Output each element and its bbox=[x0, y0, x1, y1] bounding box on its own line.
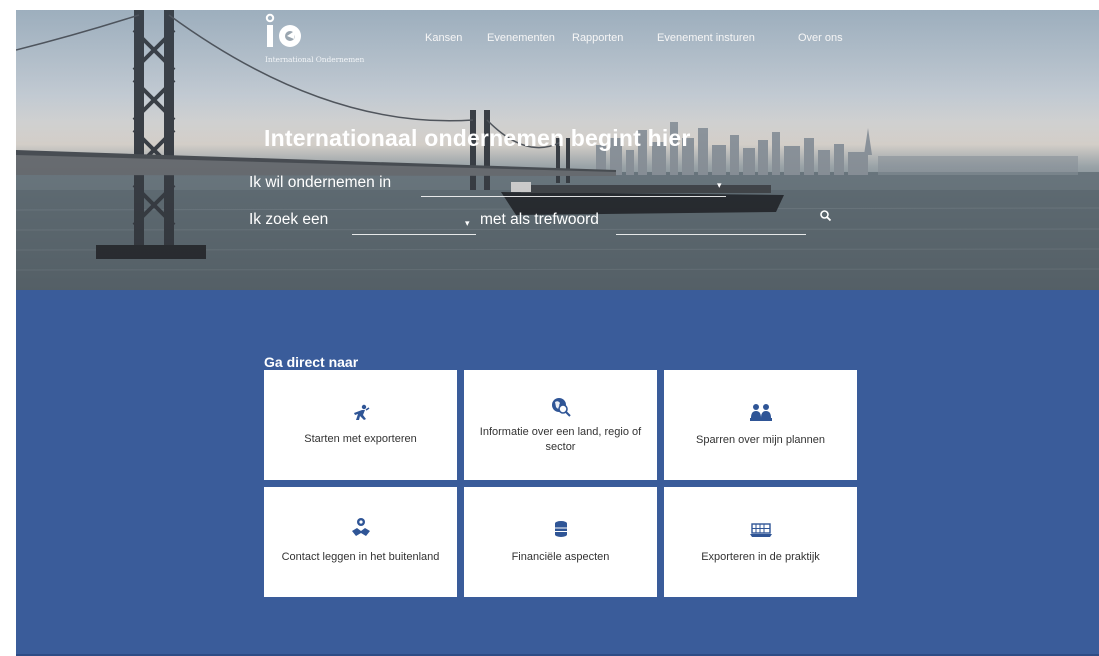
starter-runner-icon bbox=[353, 404, 369, 420]
keyword-input[interactable] bbox=[616, 215, 806, 235]
keyword-prompt-label: met als trefwoord bbox=[480, 211, 599, 228]
search-icon[interactable] bbox=[819, 209, 833, 223]
nav-item-kansen[interactable]: Kansen bbox=[425, 32, 462, 44]
tile-label: Informatie over een land, regio of secto… bbox=[479, 426, 642, 453]
nav-item-rapporten[interactable]: Rapporten bbox=[572, 32, 623, 44]
cargo-container-icon bbox=[749, 523, 772, 537]
globe-search-icon bbox=[551, 398, 571, 417]
nav-item-over-ons[interactable]: Over ons bbox=[798, 32, 843, 44]
tile-label: Starten met exporteren bbox=[304, 433, 417, 445]
type-prompt-label: Ik zoek een bbox=[249, 211, 329, 228]
tile-label: Exporteren in de praktijk bbox=[701, 551, 820, 563]
tile-starten-met-exporteren[interactable]: Starten met exporteren bbox=[264, 370, 457, 480]
people-meeting-icon bbox=[749, 404, 772, 421]
nav-item-evenement-insturen[interactable]: Evenement insturen bbox=[657, 32, 755, 44]
tile-contact-leggen-buitenland[interactable]: Contact leggen in het buitenland bbox=[264, 487, 457, 597]
tile-label: Contact leggen in het buitenland bbox=[281, 551, 440, 563]
type-select[interactable] bbox=[352, 215, 476, 235]
chevron-down-icon[interactable]: ▾ bbox=[465, 219, 470, 229]
page: International Ondernemen Kansen Evenemen… bbox=[16, 10, 1099, 656]
hero-title: Internationaal ondernemen begint hier bbox=[264, 125, 691, 151]
coin-stack-icon bbox=[554, 521, 567, 537]
tile-financiele-aspecten[interactable]: Financiële aspecten bbox=[464, 487, 657, 597]
country-prompt-label: Ik wil ondernemen in bbox=[249, 174, 392, 191]
main-nav: Kansen Evenementen Rapporten Evenement i… bbox=[16, 32, 1099, 48]
chevron-down-icon[interactable]: ▾ bbox=[717, 181, 722, 191]
tile-label: Sparren over mijn plannen bbox=[695, 434, 826, 446]
country-select[interactable] bbox=[421, 177, 726, 197]
logo-text: International Ondernemen bbox=[265, 55, 365, 64]
tile-exporteren-in-de-praktijk[interactable]: Exporteren in de praktijk bbox=[664, 487, 857, 597]
tile-informatie-land-regio-sector[interactable]: Informatie over een land, regio of secto… bbox=[464, 370, 657, 480]
nav-item-evenementen[interactable]: Evenementen bbox=[487, 32, 555, 44]
tile-sparren-over-plannen[interactable]: Sparren over mijn plannen bbox=[664, 370, 857, 480]
hero-banner: International Ondernemen Kansen Evenemen… bbox=[16, 10, 1099, 290]
tile-label: Financiële aspecten bbox=[511, 551, 610, 563]
section-title: Ga direct naar bbox=[264, 354, 359, 370]
handshake-contact-icon bbox=[351, 518, 370, 536]
